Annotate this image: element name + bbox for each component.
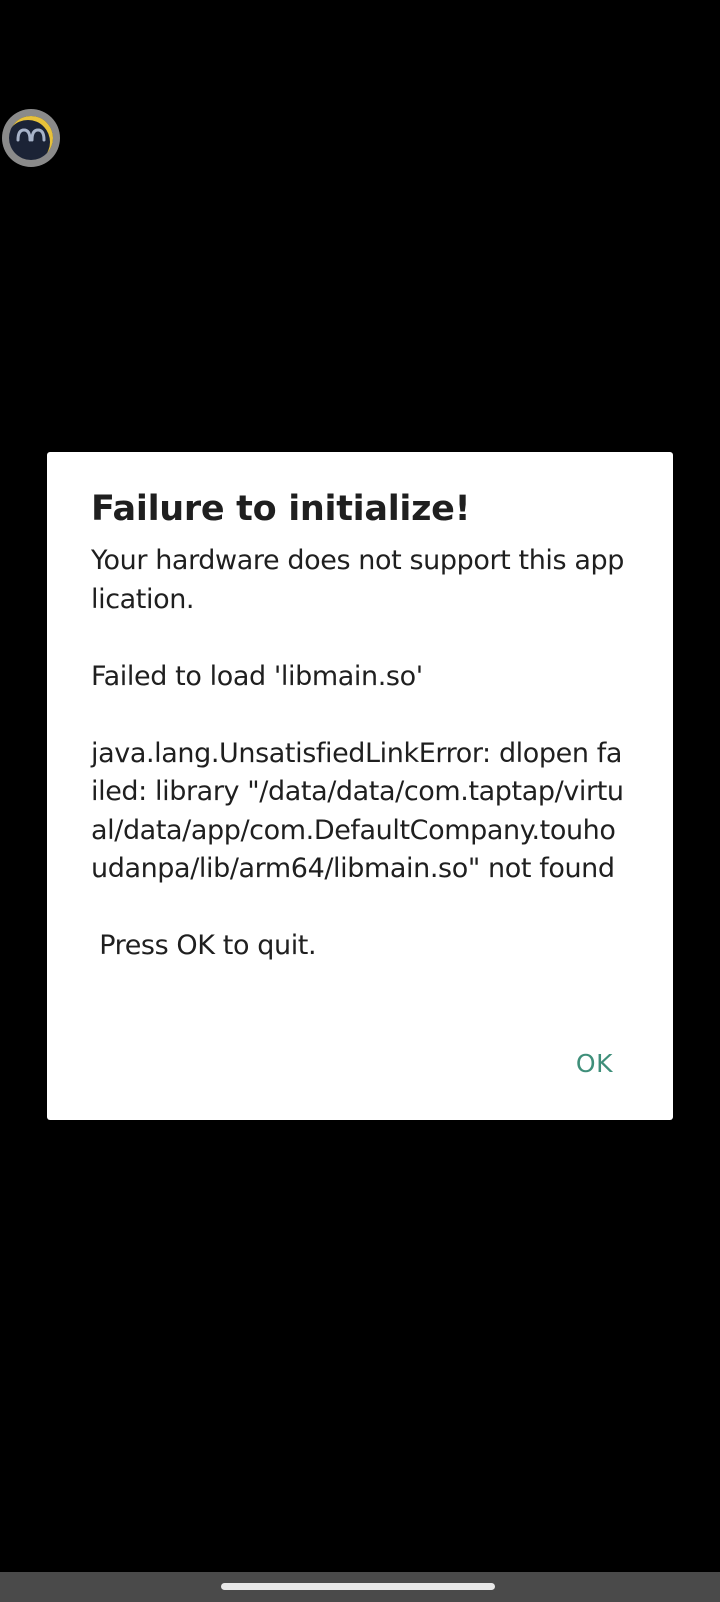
assistant-face-icon: [9, 116, 53, 160]
dialog-message: Your hardware does not support this appl…: [91, 545, 625, 961]
ok-button[interactable]: OK: [574, 1045, 615, 1082]
dialog-actions: OK: [574, 1045, 615, 1082]
error-dialog: Failure to initialize! Your hardware doe…: [47, 452, 673, 1120]
app-screen: Failure to initialize! Your hardware doe…: [0, 0, 720, 1602]
navigation-bar: [0, 1572, 720, 1602]
dialog-title: Failure to initialize!: [91, 489, 471, 529]
floating-assistant-button[interactable]: [2, 109, 60, 167]
gesture-handle[interactable]: [221, 1583, 495, 1590]
